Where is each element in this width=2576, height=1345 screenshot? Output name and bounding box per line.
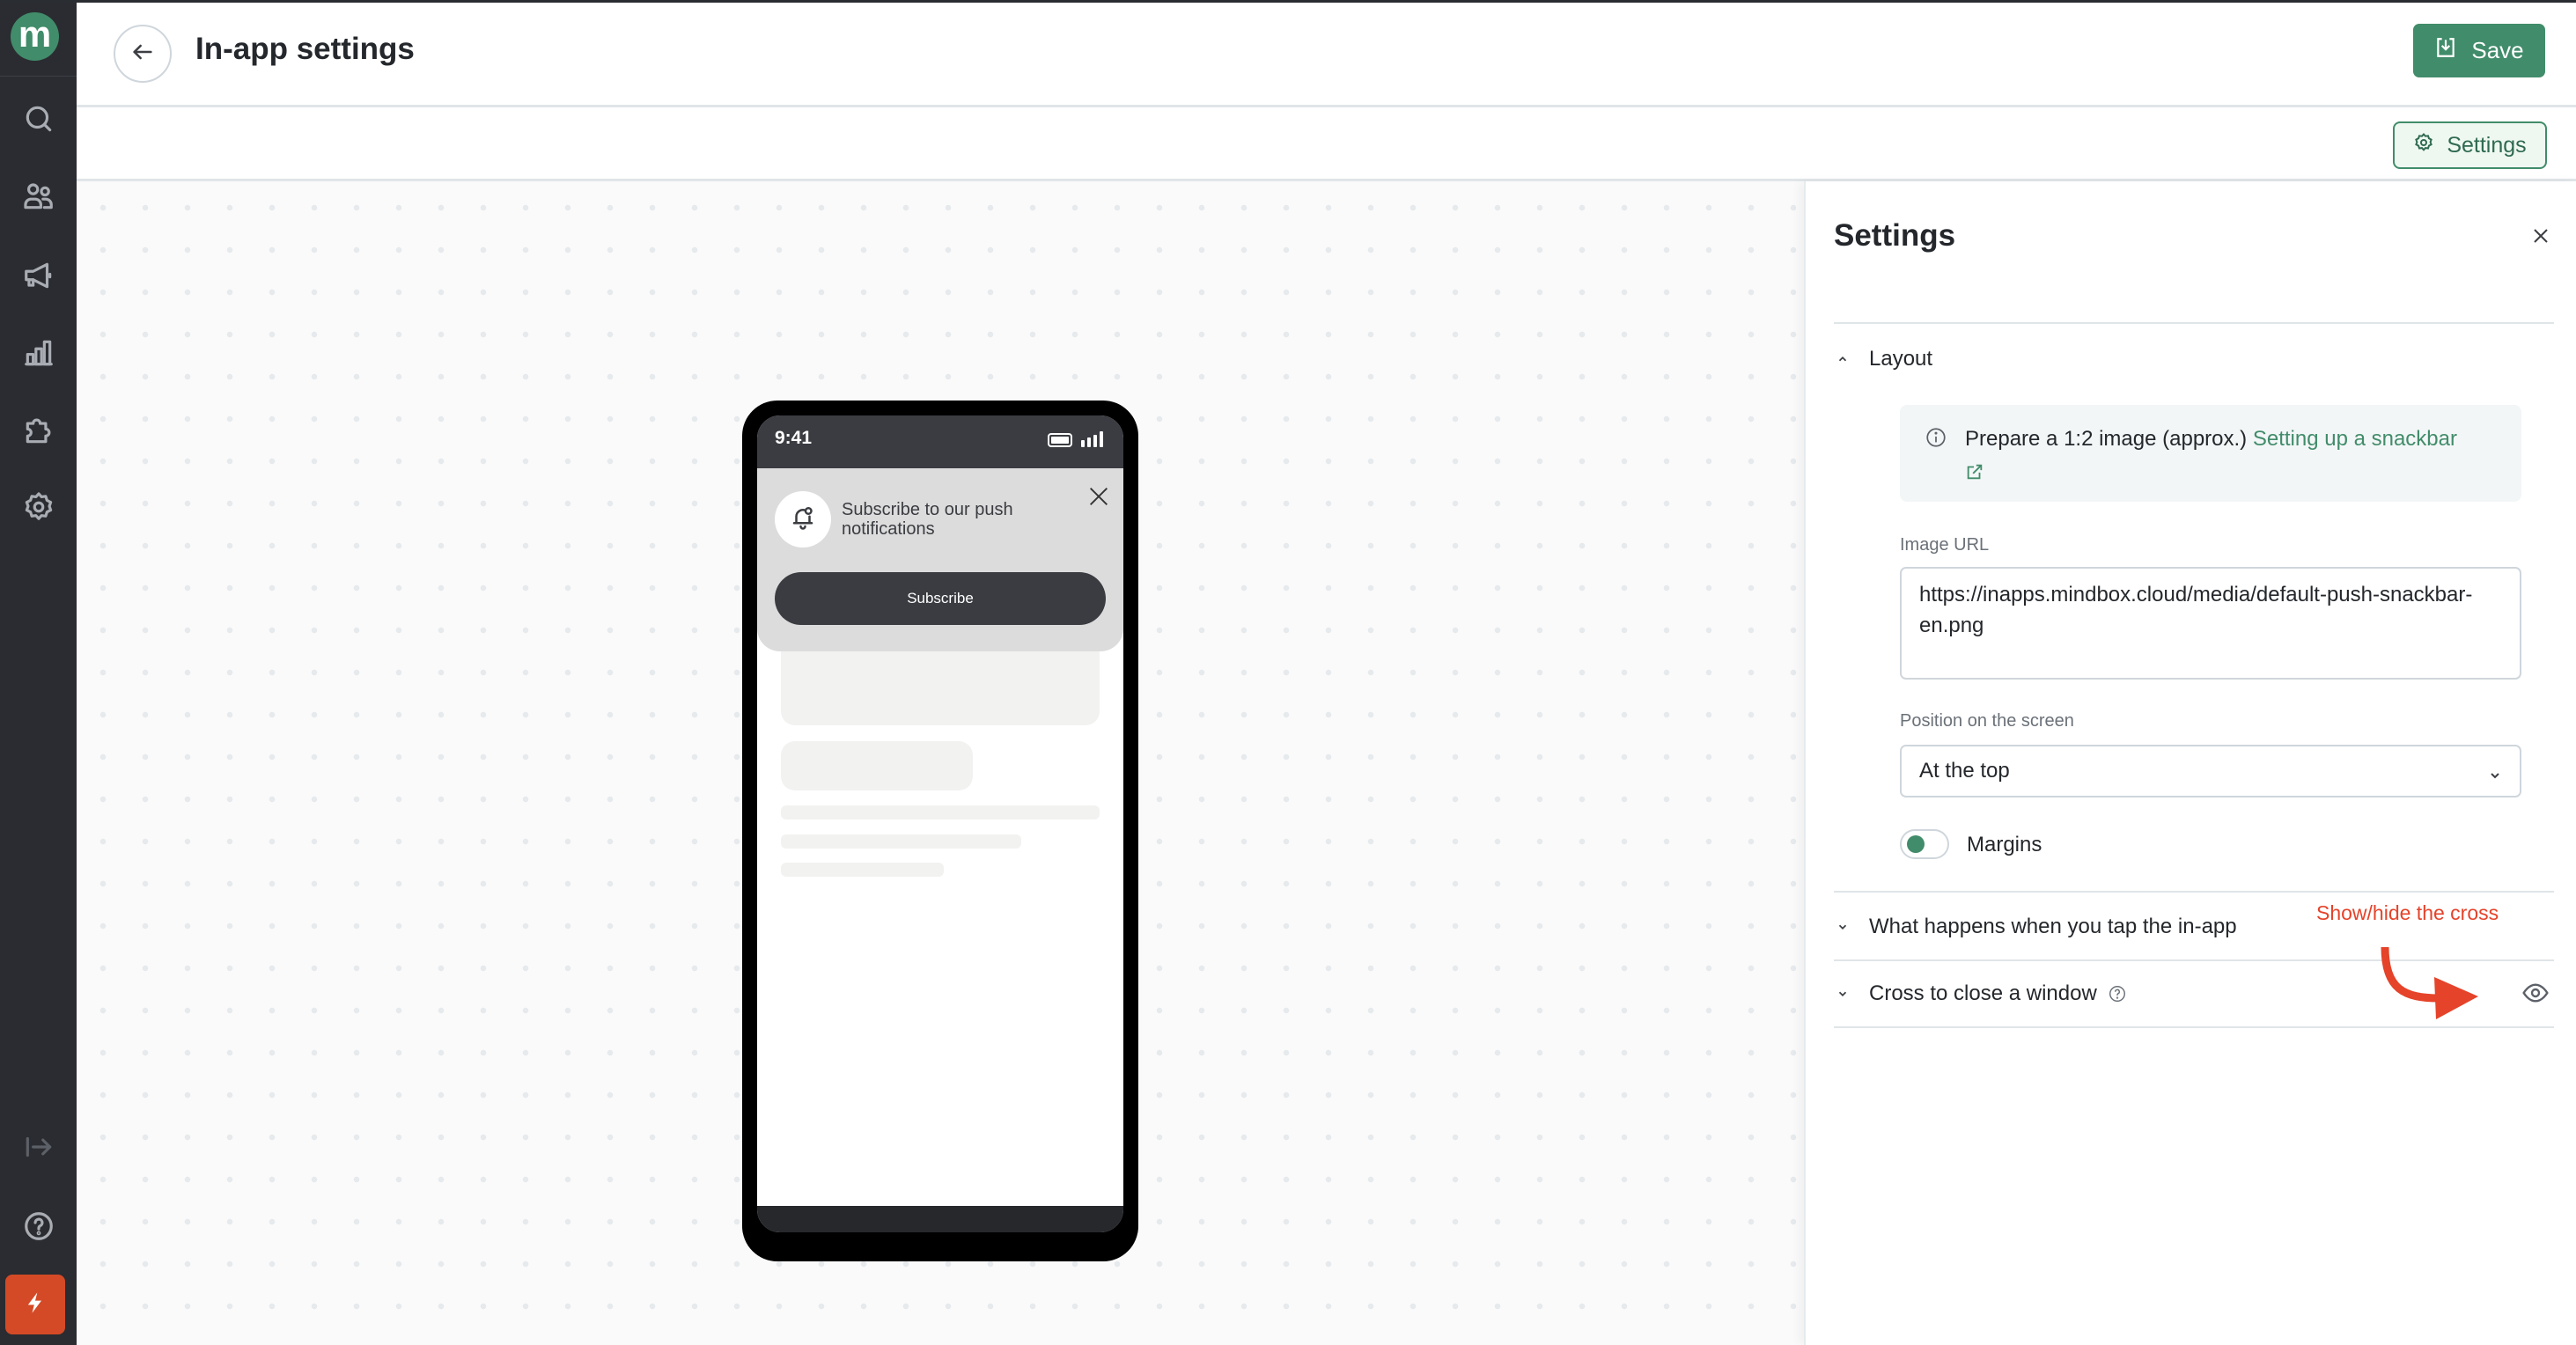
chevron-down-icon <box>2488 764 2502 779</box>
phone-status-bar: 9:41 <box>757 415 1123 468</box>
skeleton-line <box>781 805 1100 819</box>
save-icon <box>2434 36 2457 65</box>
sidebar-item-search[interactable] <box>17 99 61 143</box>
snackbar-text: Subscribe to our push notifications <box>842 500 1013 539</box>
bolt-icon <box>23 1290 48 1319</box>
bar-chart-icon <box>22 336 55 374</box>
position-value: At the top <box>1919 759 2010 783</box>
page-title: In-app settings <box>195 32 415 66</box>
signal-icon <box>1081 431 1104 447</box>
phone-nav-bar <box>757 1206 1123 1232</box>
external-link-icon[interactable] <box>1965 460 1984 480</box>
editor-toolbar: Settings <box>77 107 2576 181</box>
settings-panel: Settings Layout Prepare a 1:2 image (app… <box>1804 181 2576 1345</box>
layout-info-box: Prepare a 1:2 image (approx.) Setting up… <box>1900 405 2521 502</box>
sidebar-expand-button[interactable] <box>17 1127 61 1171</box>
info-message: Prepare a 1:2 image (approx.) <box>1965 427 2253 451</box>
image-url-label: Image URL <box>1900 535 1990 555</box>
section-layout-header[interactable]: Layout <box>1834 342 2554 377</box>
preview-canvas: 9:41 Subscribe to our push notifications… <box>77 181 1804 1345</box>
show-hide-cross-button[interactable] <box>2521 979 2550 1007</box>
chevron-up-icon <box>1834 350 1851 368</box>
panel-title: Settings <box>1834 218 1956 253</box>
panel-close-button[interactable] <box>2530 225 2551 246</box>
margins-label: Margins <box>1967 833 2042 856</box>
sidebar-divider <box>0 76 77 77</box>
annotation-arrow-icon <box>2381 946 2478 1019</box>
section-layout-label: Layout <box>1869 347 1933 371</box>
sidebar-item-analytics[interactable] <box>17 333 61 377</box>
phone-screen: 9:41 Subscribe to our push notifications… <box>757 415 1123 1232</box>
save-label: Save <box>2471 37 2524 63</box>
skeleton-heading <box>781 741 973 790</box>
puzzle-icon <box>22 414 55 452</box>
snackbar-help-link[interactable]: Setting up a snackbar <box>2253 427 2457 451</box>
sidebar-item-campaigns[interactable] <box>17 255 61 299</box>
battery-icon <box>1048 433 1072 447</box>
arrow-left-icon <box>130 40 155 69</box>
help-icon <box>22 1209 55 1247</box>
margins-toggle[interactable] <box>1900 829 1949 859</box>
sidebar: m <box>0 0 77 1345</box>
section-close-cross-label: Cross to close a window <box>1869 981 2097 1005</box>
divider <box>1834 322 2554 324</box>
search-icon <box>22 102 55 140</box>
window-top-border <box>0 0 2576 3</box>
annotation-label: Show/hide the cross <box>2316 901 2499 924</box>
toggle-knob <box>1907 835 1925 853</box>
close-icon <box>1086 488 1111 512</box>
info-icon <box>1925 426 1947 449</box>
position-label: Position on the screen <box>1900 711 2074 731</box>
status-time: 9:41 <box>775 428 813 448</box>
eye-icon <box>2521 983 2550 1011</box>
info-text: Prepare a 1:2 image (approx.) Setting up… <box>1965 424 2511 484</box>
settings-toggle-button[interactable]: Settings <box>2393 121 2547 169</box>
expand-arrow-icon <box>22 1130 55 1168</box>
quick-actions-button[interactable] <box>5 1275 65 1334</box>
gear-icon <box>22 490 55 528</box>
gear-icon <box>2413 132 2434 159</box>
skeleton-line <box>781 863 944 877</box>
snackbar-preview[interactable]: Subscribe to our push notifications Subs… <box>757 468 1123 651</box>
page-header: In-app settings Save <box>77 0 2576 107</box>
divider <box>1834 1026 2554 1028</box>
position-select[interactable]: At the top <box>1900 745 2521 797</box>
sidebar-item-settings[interactable] <box>17 487 61 531</box>
users-icon <box>22 180 55 217</box>
chevron-down-icon <box>1834 918 1851 936</box>
subscribe-button[interactable]: Subscribe <box>775 572 1106 625</box>
image-url-input[interactable]: https://inapps.mindbox.cloud/media/defau… <box>1900 567 2521 680</box>
divider <box>1834 891 2554 893</box>
app-logo[interactable]: m <box>11 12 59 61</box>
back-button[interactable] <box>114 25 172 83</box>
settings-label: Settings <box>2447 132 2527 158</box>
save-button[interactable]: Save <box>2413 24 2545 77</box>
chevron-down-icon <box>1834 985 1851 1003</box>
close-icon <box>2530 229 2551 250</box>
notification-icon-circle <box>775 491 831 548</box>
sidebar-item-integrations[interactable] <box>17 410 61 454</box>
phone-mockup: 9:41 Subscribe to our push notifications… <box>742 401 1138 1261</box>
skeleton-line <box>781 834 1021 849</box>
sidebar-help-button[interactable] <box>17 1206 61 1250</box>
help-icon[interactable] <box>2108 984 2127 1003</box>
snackbar-close-button[interactable] <box>1086 484 1111 509</box>
logo-letter: m <box>18 12 52 55</box>
megaphone-icon <box>22 259 55 297</box>
section-tap-action-label: What happens when you tap the in-app <box>1869 915 2237 938</box>
sidebar-item-customers[interactable] <box>17 176 61 220</box>
bell-icon <box>790 504 816 535</box>
